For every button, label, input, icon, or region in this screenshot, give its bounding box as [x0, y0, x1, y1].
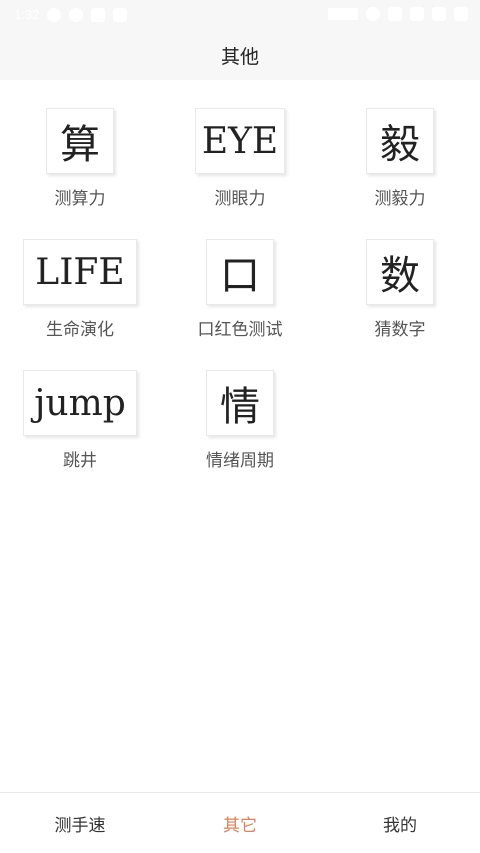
lipstick-tile[interactable]: 口 [206, 239, 274, 305]
signal-icon [410, 7, 424, 21]
battery-icon [454, 7, 468, 21]
app-header: 其他 [0, 30, 480, 80]
grid-item-label: 口红色测试 [197, 320, 283, 340]
grid-item-label: 测算力 [54, 189, 106, 209]
grid-item-jump[interactable]: jump 跳井 [0, 370, 160, 471]
notification-icon [91, 7, 106, 22]
alarm-icon [366, 7, 380, 21]
grid-item-perseverance[interactable]: 毅 测毅力 [320, 108, 480, 209]
perseverance-tile[interactable]: 毅 [366, 108, 434, 174]
mood-cycle-tile[interactable]: 情 [206, 370, 274, 436]
bottom-nav: 测手速 其它 我的 [0, 792, 480, 853]
grid-item-mood-cycle[interactable]: 情 情绪周期 [160, 370, 320, 471]
status-time: 1:32 [14, 7, 40, 22]
tab-other[interactable]: 其它 [160, 793, 320, 853]
signal-icon [432, 7, 446, 21]
grid-item-label: 跳井 [63, 451, 97, 471]
grid-item-label: 猜数字 [374, 320, 426, 340]
notification-icon [113, 7, 128, 22]
status-bar: 1:32 [0, 0, 480, 30]
grid-item-life[interactable]: LIFE 生命演化 [0, 239, 160, 340]
notification-icon [69, 7, 84, 22]
grid-item-label: 测毅力 [374, 189, 426, 209]
grid-item-calc[interactable]: 算 测算力 [0, 108, 160, 209]
tab-mine[interactable]: 我的 [320, 793, 480, 853]
tab-hand-speed[interactable]: 测手速 [0, 793, 160, 853]
grid-item-eye[interactable]: EYE 测眼力 [160, 108, 320, 209]
grid-item-label: 测眼力 [214, 189, 266, 209]
network-speed-icon [328, 8, 358, 20]
grid-item-label: 生命演化 [46, 320, 114, 340]
page-title: 其他 [220, 45, 259, 68]
wifi-icon [388, 7, 402, 21]
guess-number-tile[interactable]: 数 [366, 239, 434, 305]
calc-tile[interactable]: 算 [46, 108, 114, 174]
notification-icon [47, 7, 62, 22]
grid-item-lipstick[interactable]: 口 口红色测试 [160, 239, 320, 340]
grid-item-label: 情绪周期 [206, 451, 274, 471]
jump-tile[interactable]: jump [23, 370, 137, 436]
grid-item-guess-number[interactable]: 数 猜数字 [320, 239, 480, 340]
life-tile[interactable]: LIFE [23, 239, 137, 305]
eye-tile[interactable]: EYE [195, 108, 285, 174]
